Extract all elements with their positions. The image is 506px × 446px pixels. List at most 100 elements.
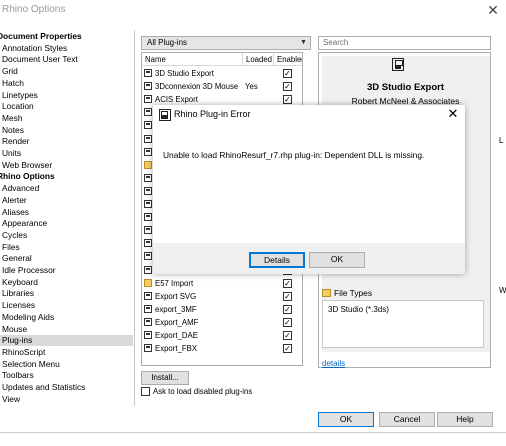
tree-item[interactable]: Appearance	[2, 218, 47, 229]
tree-item[interactable]: Rhino Options	[0, 171, 55, 182]
plugin-icon	[144, 344, 152, 353]
tree-item[interactable]: Licenses	[2, 300, 35, 311]
plugin-icon	[144, 304, 152, 313]
tree-item[interactable]: General	[2, 253, 32, 264]
background-letter: W	[499, 286, 506, 295]
error-message: Unable to load RhinoResurf_r7.rhp plug-i…	[163, 150, 425, 160]
dialog-close-icon[interactable]: ✕	[446, 106, 460, 122]
dialog-body	[153, 125, 465, 243]
tree-item[interactable]: Aliases	[2, 207, 29, 218]
column-header-enabled[interactable]: Enabled	[274, 53, 302, 66]
dialog-ok-button[interactable]: OK	[309, 252, 365, 268]
tree-item[interactable]: RhinoScript	[2, 347, 45, 358]
install-button[interactable]: Install...	[141, 371, 189, 385]
plugin-icon	[144, 121, 152, 130]
ask-load-checkbox[interactable]	[141, 387, 150, 396]
options-tree[interactable]: Document Properties Annotation Styles Docu…	[0, 30, 135, 406]
plugin-icon	[144, 173, 152, 182]
tree-item[interactable]: Hatch	[2, 78, 24, 89]
folder-icon	[144, 160, 152, 169]
enabled-checkbox[interactable]: ✓	[283, 95, 292, 105]
floppy-disk-icon	[392, 58, 404, 71]
tree-item[interactable]: Mesh	[2, 113, 22, 124]
table-row[interactable]: Export_FBX ✓	[142, 342, 302, 355]
plugin-icon	[144, 134, 152, 143]
plugin-icon	[144, 69, 152, 77]
enabled-checkbox[interactable]: ✓	[283, 344, 292, 354]
tree-item[interactable]: Libraries	[2, 288, 34, 299]
background-window-edge	[495, 30, 506, 430]
table-row[interactable]: E57 Import ✓	[142, 277, 302, 290]
tree-item[interactable]: Files	[2, 242, 20, 253]
plugin-icon	[144, 317, 152, 326]
tree-item[interactable]: Alerter	[2, 195, 27, 206]
tree-item[interactable]: Web Browser	[2, 160, 52, 171]
column-header-name[interactable]: Name	[142, 53, 243, 66]
table-row[interactable]: 3D Studio Export ✓	[142, 67, 302, 80]
tree-item[interactable]: Cycles	[2, 230, 27, 241]
plugin-icon	[144, 82, 152, 91]
tree-item[interactable]: Linetypes	[2, 90, 38, 101]
tree-item[interactable]: Render	[2, 136, 29, 147]
table-row[interactable]: Export_AMF ✓	[142, 316, 302, 329]
table-row[interactable]: 3Dconnexion 3D Mouse Yes ✓	[142, 80, 302, 93]
table-row[interactable]: Export_DAE ✓	[142, 329, 302, 342]
tree-item[interactable]: Selection Menu	[2, 359, 60, 370]
tree-item[interactable]: Keyboard	[2, 277, 38, 288]
plugin-icon	[144, 147, 152, 156]
tree-item[interactable]: Annotation Styles	[2, 43, 67, 54]
enabled-checkbox[interactable]: ✓	[283, 291, 292, 301]
table-row[interactable]: Export SVG ✓	[142, 290, 302, 303]
plugin-name: export_3MF	[155, 304, 197, 314]
tree-item[interactable]: Idle Processor	[2, 265, 56, 276]
plugin-icon	[144, 226, 152, 235]
tree-item[interactable]: Plug-ins	[0, 335, 133, 347]
details-button[interactable]: Details	[249, 252, 305, 268]
tree-item[interactable]: View	[2, 394, 20, 405]
details-link[interactable]: details	[322, 359, 345, 368]
tree-item[interactable]: Mouse	[2, 324, 27, 335]
rhino-icon	[159, 109, 171, 121]
plugin-icon	[144, 213, 152, 222]
table-row[interactable]: export_3MF ✓	[142, 303, 302, 316]
plugin-loaded: Yes	[245, 82, 258, 92]
plugin-name: Export_DAE	[155, 331, 198, 340]
plugin-icon	[144, 265, 152, 274]
plugin-name: 3D Studio Export	[155, 69, 214, 78]
plugin-icon	[144, 186, 152, 195]
column-header-loaded[interactable]: Loaded	[243, 53, 274, 66]
tree-item[interactable]: Updates and Statistics	[2, 382, 85, 393]
tree-item[interactable]: Document Properties	[0, 31, 82, 42]
tree-item[interactable]: Notes	[2, 125, 24, 136]
tree-item[interactable]: Location	[2, 101, 34, 112]
background-strip	[0, 432, 506, 446]
plugin-icon	[144, 108, 152, 117]
tree-item[interactable]: Toolbars	[2, 370, 34, 381]
tree-item[interactable]: Advanced	[2, 183, 39, 194]
enabled-checkbox[interactable]: ✓	[283, 317, 292, 327]
ask-load-label: Ask to load disabled plug-ins	[153, 387, 253, 396]
cancel-button[interactable]: Cancel	[379, 412, 435, 427]
chevron-down-icon[interactable]: ▼	[300, 39, 307, 46]
tree-item[interactable]: Grid	[2, 66, 18, 77]
tree-item[interactable]: Units	[2, 148, 21, 159]
ok-button[interactable]: OK	[318, 412, 374, 427]
search-input[interactable]: Search	[318, 36, 491, 50]
plugin-title: 3D Studio Export	[366, 82, 445, 93]
file-types-label: File Types	[334, 288, 373, 298]
window-close-icon[interactable]: ✕	[486, 3, 500, 17]
tree-item[interactable]: Document User Text	[2, 54, 78, 65]
help-button[interactable]: Help	[437, 412, 493, 427]
folder-icon	[144, 278, 152, 287]
plugin-icon	[144, 200, 152, 208]
plugin-name: E57 Import	[155, 278, 194, 288]
plugin-filter-select[interactable]: All Plug-ins	[141, 36, 311, 50]
enabled-checkbox[interactable]: ✓	[283, 331, 292, 340]
enabled-checkbox[interactable]: ✓	[283, 82, 292, 92]
enabled-checkbox[interactable]: ✓	[283, 304, 292, 314]
tree-item[interactable]: Modeling Aids	[2, 312, 54, 323]
folder-icon	[322, 289, 331, 297]
enabled-checkbox[interactable]: ✓	[283, 278, 292, 288]
plugin-icon	[144, 331, 152, 339]
enabled-checkbox[interactable]: ✓	[283, 69, 292, 78]
